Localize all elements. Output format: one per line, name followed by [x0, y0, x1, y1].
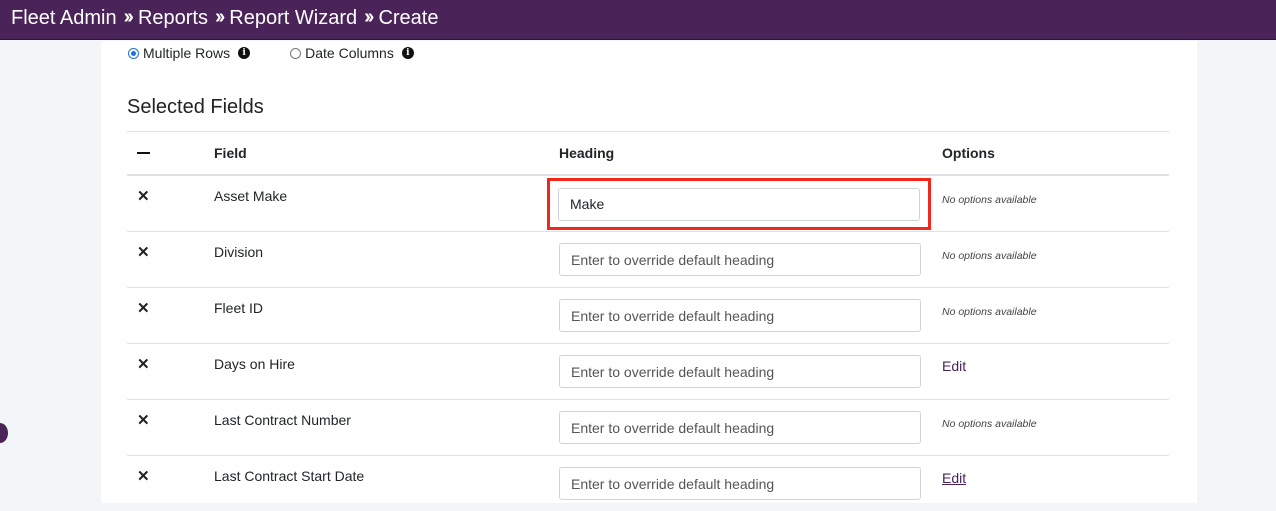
multiple-rows-label: Multiple Rows: [143, 45, 230, 61]
breadcrumb: Fleet Admin ›› Reports ›› Report Wizard ›› Cre…: [0, 0, 1276, 40]
options-column-header: Options: [942, 132, 1169, 176]
heading-input[interactable]: [559, 243, 921, 276]
table-row: ✕ Fleet ID No options available: [127, 288, 1169, 344]
multiple-rows-option[interactable]: Multiple Rows i: [128, 45, 250, 61]
heading-column-header: Heading: [559, 132, 942, 176]
edit-options-link[interactable]: Edit: [942, 470, 966, 486]
close-icon[interactable]: ✕: [137, 356, 150, 373]
date-columns-option[interactable]: Date Columns i: [290, 45, 414, 61]
minus-icon[interactable]: [137, 152, 150, 154]
close-icon[interactable]: ✕: [137, 188, 150, 205]
heading-input[interactable]: [559, 355, 921, 388]
date-columns-radio[interactable]: [290, 48, 301, 59]
heading-input[interactable]: [559, 299, 921, 332]
heading-input[interactable]: [558, 188, 920, 221]
heading-input[interactable]: [559, 467, 921, 500]
field-name: Last Contract Number: [214, 412, 351, 428]
field-name: Days on Hire: [214, 356, 295, 372]
no-options-text: No options available: [942, 250, 1037, 262]
close-icon[interactable]: ✕: [137, 244, 150, 261]
highlight-annotation: [547, 178, 931, 230]
table-row: ✕ Asset Make No options available: [127, 175, 1169, 232]
close-icon[interactable]: ✕: [137, 468, 150, 485]
no-options-text: No options available: [942, 418, 1037, 430]
breadcrumb-separator-icon: ››: [215, 0, 222, 35]
breadcrumb-separator-icon: ››: [364, 0, 371, 35]
field-name: Asset Make: [214, 188, 287, 204]
date-columns-label: Date Columns: [305, 45, 394, 61]
breadcrumb-item-fleet-admin[interactable]: Fleet Admin: [11, 7, 117, 29]
breadcrumb-separator-icon: ››: [124, 0, 131, 35]
table-row: ✕ Last Contract Number No options availa…: [127, 400, 1169, 456]
info-icon[interactable]: i: [238, 47, 250, 59]
edit-options-link[interactable]: Edit: [942, 358, 966, 374]
table-row: ✕ Division No options available: [127, 232, 1169, 288]
table-row: ✕ Days on Hire Edit: [127, 344, 1169, 400]
no-options-text: No options available: [942, 306, 1037, 318]
selected-fields-table: Field Heading Options ✕ Asset Make No op…: [127, 131, 1169, 511]
report-wizard-panel: Multiple Rows i Date Columns i Selected …: [101, 41, 1197, 503]
table-header-row: Field Heading Options: [127, 132, 1169, 176]
section-title: Selected Fields: [127, 96, 264, 119]
collapse-all-header[interactable]: [127, 132, 214, 176]
no-options-text: No options available: [942, 194, 1037, 206]
breadcrumb-item-reports[interactable]: Reports: [138, 7, 208, 29]
layout-options: Multiple Rows i Date Columns i: [128, 45, 454, 61]
field-name: Fleet ID: [214, 300, 263, 316]
breadcrumb-item-create: Create: [378, 7, 438, 29]
field-name: Division: [214, 244, 263, 260]
heading-input[interactable]: [559, 411, 921, 444]
field-name: Last Contract Start Date: [214, 468, 364, 484]
close-icon[interactable]: ✕: [137, 412, 150, 429]
info-icon[interactable]: i: [402, 47, 414, 59]
side-handle[interactable]: [0, 423, 8, 443]
close-icon[interactable]: ✕: [137, 300, 150, 317]
field-column-header: Field: [214, 132, 559, 176]
breadcrumb-item-report-wizard[interactable]: Report Wizard: [229, 7, 357, 29]
multiple-rows-radio[interactable]: [128, 48, 139, 59]
